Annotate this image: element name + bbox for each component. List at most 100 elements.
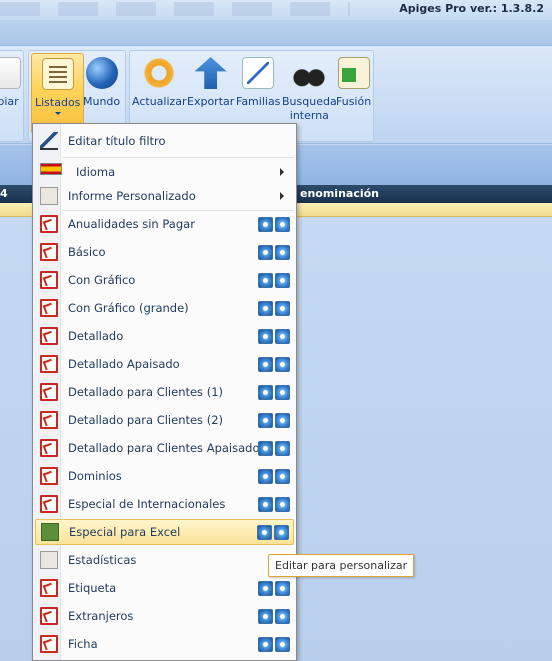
download-report-icon[interactable] (275, 608, 290, 624)
report-actions (258, 412, 290, 428)
chevron-right-icon (280, 192, 284, 200)
menu-item-report[interactable]: Básico (35, 239, 294, 265)
download-report-icon[interactable] (275, 636, 290, 652)
download-report-icon[interactable] (275, 580, 290, 596)
copy-button[interactable]: piar (0, 57, 21, 109)
menu-item-report[interactable]: Etiqueta (35, 575, 294, 601)
pencil-icon (40, 132, 58, 150)
menu-item-label: Con Gráfico (68, 273, 136, 287)
report-actions (258, 608, 290, 624)
binoculars-icon (293, 57, 326, 89)
download-report-icon[interactable] (275, 216, 290, 232)
menu-item-report[interactable]: Estadísticas (35, 547, 294, 573)
edit-report-icon[interactable] (258, 244, 273, 260)
report-actions (258, 356, 290, 372)
edit-report-icon[interactable] (258, 468, 273, 484)
pdf-icon (40, 327, 58, 345)
clipboard-icon (40, 551, 58, 569)
download-report-icon[interactable] (275, 272, 290, 288)
report-actions (258, 384, 290, 400)
pdf-icon (40, 243, 58, 261)
pdf-icon (40, 355, 58, 373)
exportar-button[interactable]: Exportar (187, 57, 234, 109)
menu-item-language[interactable]: Idioma (35, 159, 294, 185)
menu-item-report[interactable]: Detallado para Clientes Apaisado (35, 435, 294, 461)
download-report-icon[interactable] (275, 496, 290, 512)
menu-item-label: Básico (68, 245, 106, 259)
pdf-icon (40, 411, 58, 429)
menu-item-report[interactable]: Detallado Apaisado (35, 351, 294, 377)
pdf-icon (40, 271, 58, 289)
download-report-icon[interactable] (275, 412, 290, 428)
app-title: Apiges Pro ver.: 1.3.8.2 (399, 2, 544, 15)
edit-report-icon[interactable] (258, 636, 273, 652)
menu-item-label: Detallado (68, 329, 124, 343)
pdf-icon (40, 579, 58, 597)
grid-column-header[interactable]: 4 (0, 187, 8, 200)
title-bar: Apiges Pro ver.: 1.3.8.2 (0, 0, 552, 20)
menu-item-report[interactable]: Especial para Excel (35, 519, 294, 545)
report-actions (258, 496, 290, 512)
download-report-icon[interactable] (275, 468, 290, 484)
chevron-down-icon (54, 112, 61, 115)
listados-button[interactable]: Listados (31, 53, 85, 134)
familias-button[interactable]: Familias (236, 57, 280, 109)
menu-item-report[interactable]: Especial de Internacionales (35, 491, 294, 517)
menu-item-custom-report[interactable]: Informe Personalizado (35, 183, 294, 209)
menu-item-report[interactable]: Detallado para Clientes (2) (35, 407, 294, 433)
chevron-right-icon (280, 168, 284, 176)
quick-access-toolbar[interactable] (0, 2, 350, 16)
edit-report-icon[interactable] (258, 440, 273, 456)
menu-item-report[interactable]: Anualidades sin Pagar (35, 211, 294, 237)
download-report-icon[interactable] (275, 244, 290, 260)
grid-column-header-denominacion[interactable]: enominación (300, 187, 379, 200)
report-actions (257, 524, 289, 540)
excel-icon (41, 523, 59, 541)
family-tree-icon (242, 57, 275, 89)
pdf-icon (40, 495, 58, 513)
menu-item-label: Con Gráfico (grande) (68, 301, 189, 315)
edit-report-icon[interactable] (258, 496, 273, 512)
edit-report-icon[interactable] (258, 580, 273, 596)
report-actions (258, 580, 290, 596)
download-report-icon[interactable] (275, 440, 290, 456)
menu-item-label: Anualidades sin Pagar (68, 217, 195, 231)
download-report-icon[interactable] (274, 524, 289, 540)
download-report-icon[interactable] (275, 328, 290, 344)
report-actions (258, 636, 290, 652)
pdf-icon (40, 383, 58, 401)
edit-report-icon[interactable] (258, 272, 273, 288)
fusion-button[interactable]: Fusión (336, 57, 371, 109)
edit-report-icon[interactable] (258, 412, 273, 428)
menu-item-report[interactable]: Con Gráfico (grande) (35, 295, 294, 321)
edit-report-icon[interactable] (258, 356, 273, 372)
edit-report-icon[interactable] (257, 524, 272, 540)
edit-report-icon[interactable] (258, 216, 273, 232)
busqueda-interna-button[interactable]: Busqueda interna (282, 57, 337, 123)
edit-report-icon[interactable] (258, 608, 273, 624)
edit-report-icon[interactable] (258, 328, 273, 344)
menu-item-report[interactable]: Ficha (35, 631, 294, 657)
report-actions (258, 300, 290, 316)
download-report-icon[interactable] (275, 356, 290, 372)
menu-item-report[interactable]: Dominios (35, 463, 294, 489)
pdf-icon (40, 607, 58, 625)
globe-icon (85, 57, 118, 89)
menu-item-label: Detallado para Clientes Apaisado (68, 441, 258, 455)
menu-item-report[interactable]: Detallado (35, 323, 294, 349)
actualizar-button[interactable]: Actualizar (132, 57, 187, 109)
menu-item-label: Extranjeros (68, 609, 134, 623)
edit-report-icon[interactable] (258, 300, 273, 316)
menu-item-report[interactable]: Con Gráfico (35, 267, 294, 293)
download-report-icon[interactable] (275, 384, 290, 400)
report-actions (258, 272, 290, 288)
mundo-button[interactable]: Mundo (83, 57, 120, 109)
menu-item-report[interactable]: Detallado para Clientes (1) (35, 379, 294, 405)
edit-report-icon[interactable] (258, 384, 273, 400)
listados-dropdown-menu: Editar título filtro Idioma Informe Pers… (32, 123, 297, 661)
menu-item-edit-filter-title[interactable]: Editar título filtro (35, 128, 294, 154)
download-report-icon[interactable] (275, 300, 290, 316)
menu-item-report[interactable]: Extranjeros (35, 603, 294, 629)
menu-item-label: Estadísticas (68, 553, 137, 567)
clipboard-icon (40, 187, 58, 205)
